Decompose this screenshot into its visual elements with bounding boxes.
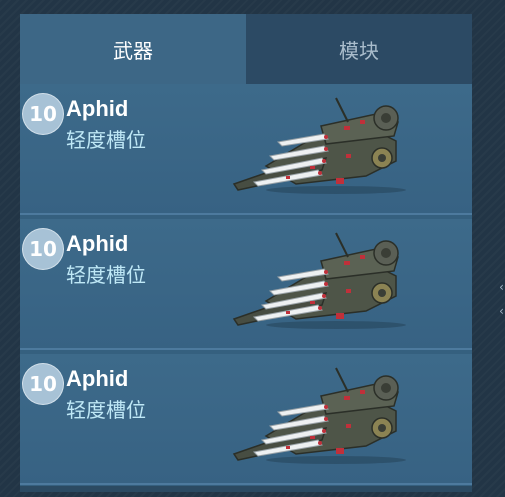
weapon-item[interactable]: 10 Aphid 轻度槽位 [20,354,472,485]
chevron-left-icon: ‹ [498,280,505,294]
tab-modules[interactable]: 模块 [246,14,472,84]
level-badge: 10 [22,93,64,135]
panel-bottom-strip [20,486,472,492]
chevron-left-icon: ‹ [498,304,505,318]
weapon-name: Aphid [66,366,129,391]
level-badge: 10 [22,363,64,405]
level-badge: 10 [22,228,64,270]
missile-launcher-icon [226,96,416,196]
inventory-panel: 武器 模块 10 Aphid 轻度槽位 10 Aphid 轻度槽位 10 Aph… [20,14,472,486]
weapon-item[interactable]: 10 Aphid 轻度槽位 [20,84,472,215]
tab-weapons[interactable]: 武器 [20,14,246,84]
weapon-name: Aphid [66,231,129,256]
weapon-name: Aphid [66,96,129,121]
weapon-list: 10 Aphid 轻度槽位 10 Aphid 轻度槽位 10 Aphid 轻度槽… [20,84,472,485]
slot-type-label: 轻度槽位 [66,398,146,422]
slot-type-label: 轻度槽位 [66,128,146,152]
weapon-item[interactable]: 10 Aphid 轻度槽位 [20,219,472,350]
missile-launcher-icon [226,231,416,331]
missile-launcher-icon [226,366,416,466]
tab-bar: 武器 模块 [20,14,472,84]
slot-type-label: 轻度槽位 [66,263,146,287]
